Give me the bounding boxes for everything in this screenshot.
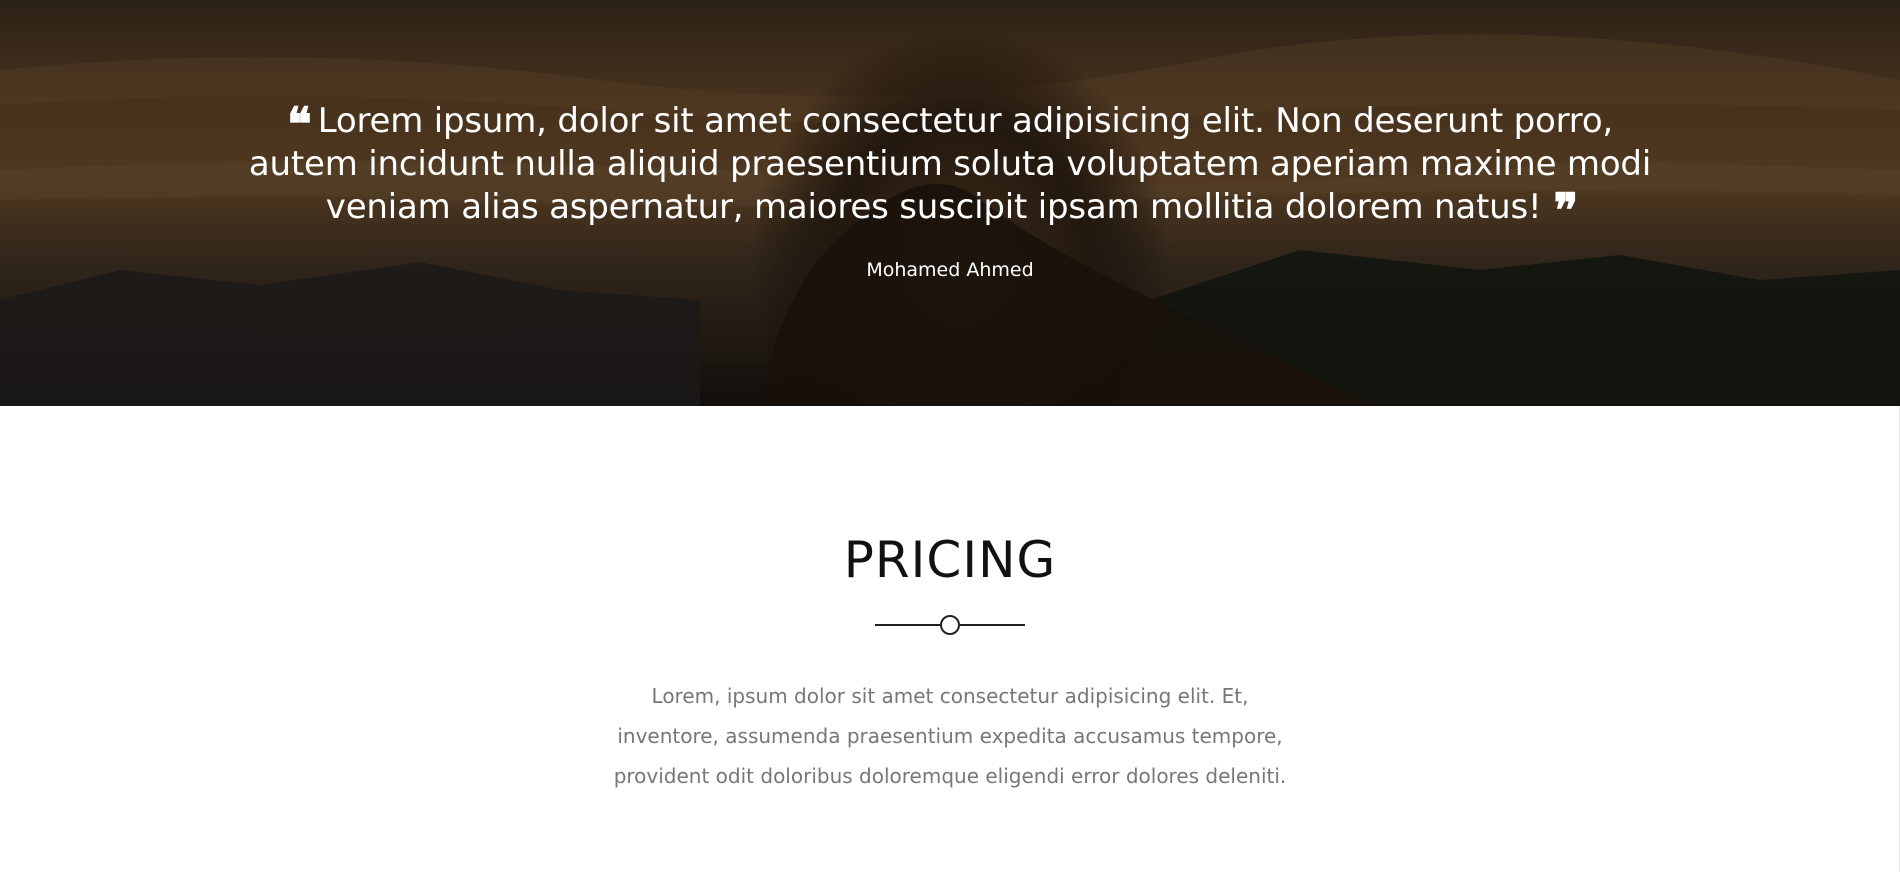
section-title: PRICING <box>843 531 1057 589</box>
testimonial-quote: ❝ Lorem ipsum, dolor sit amet consectetur… <box>240 97 1660 237</box>
page: ❝ Lorem ipsum, dolor sit amet consectetur… <box>0 0 1900 872</box>
quote-text: Lorem ipsum, dolor sit amet consectetur … <box>248 101 1652 227</box>
testimonial-section: ❝ Lorem ipsum, dolor sit amet consectetur… <box>0 0 1900 406</box>
section-description: Lorem, ipsum dolor sit amet consectetur … <box>613 684 1287 788</box>
quote-left-icon: ❝ <box>286 97 312 151</box>
testimonial-author: Mohamed Ahmed <box>866 259 1034 281</box>
circle-divider-icon <box>875 615 1025 635</box>
quote-right-icon: ❞ <box>1553 183 1578 237</box>
